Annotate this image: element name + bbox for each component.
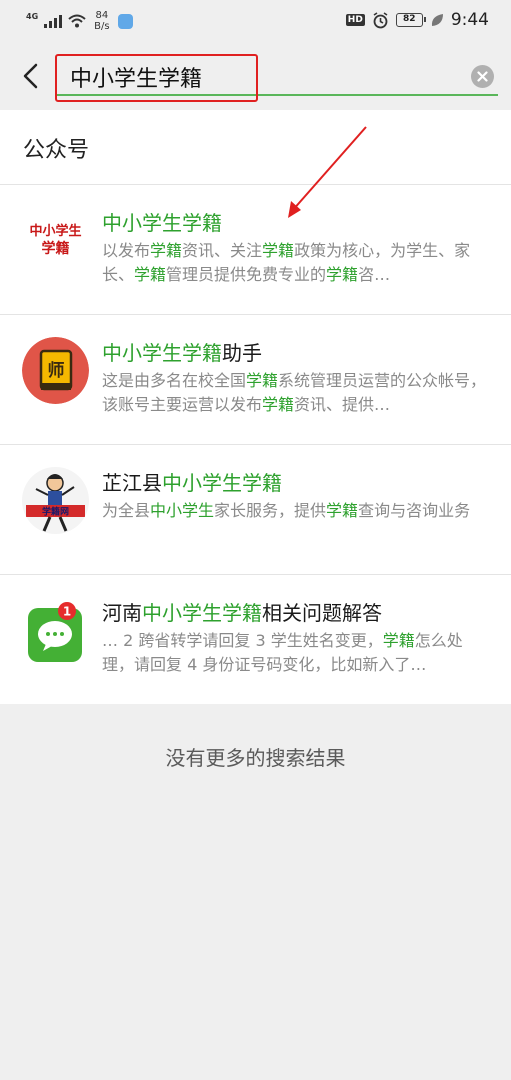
signal-icon <box>44 14 63 28</box>
no-more-results: 没有更多的搜索结果 <box>165 746 346 770</box>
notification-badge: 1 <box>63 605 71 619</box>
avatar-text-top: 中小学生 <box>29 223 81 239</box>
text-segment: 查询与咨询业务 <box>358 501 471 520</box>
result-title: 中小学生学籍助手 <box>102 337 262 366</box>
text-segment: 咨… <box>358 265 391 284</box>
text-segment: 以发布 <box>102 241 151 260</box>
search-bar <box>0 44 511 110</box>
result-description: … 2 跨省转学请回复 3 学生姓名变更，学籍怎么处理，请回复 4 身份证号码变… <box>102 629 490 677</box>
text-segment: 家长服务，提供 <box>214 501 327 520</box>
section-title: 公众号 <box>23 138 90 163</box>
avatar-banner-text: 学籍网 <box>42 506 69 518</box>
text-segment: 为全县 <box>102 501 151 520</box>
hd-icon: HD <box>345 14 365 26</box>
back-arrow-icon <box>23 63 38 89</box>
result-description: 为全县中小学生家长服务，提供学籍查询与咨询业务 <box>102 499 490 523</box>
back-button[interactable] <box>14 58 46 94</box>
status-bar: 4G 84 B/s HD 82 9:44 <box>0 0 511 44</box>
highlighted-keyword: 学籍 <box>326 501 359 520</box>
avatar-text-bottom: 学籍 <box>42 240 70 257</box>
highlighted-keyword: 中小学生学籍 <box>102 211 222 235</box>
highlighted-keyword: 中小学生学籍 <box>102 341 222 365</box>
account-avatar: 学籍网 <box>22 467 89 534</box>
text-segment: … 2 跨省转学请回复 3 学生姓名变更， <box>102 631 383 650</box>
result-description: 这是由多名在校全国学籍系统管理员运营的公众帐号，该账号主要运营以发布学籍资讯、提… <box>102 369 490 417</box>
account-avatar: 中小学生 学籍 <box>22 207 89 274</box>
text-segment: 资讯、关注 <box>182 241 263 260</box>
network-type: 4G <box>26 11 39 21</box>
highlighted-keyword: 学籍 <box>262 395 295 414</box>
result-item[interactable]: 1 河南中小学生学籍相关问题解答 … 2 跨省转学请回复 3 学生姓名变更，学籍… <box>0 575 511 705</box>
result-item[interactable]: 中小学生 学籍 中小学生学籍 以发布学籍资讯、关注学籍政策为核心，为学生、家长、… <box>0 185 511 315</box>
highlighted-keyword: 学籍 <box>150 241 183 260</box>
network-speed: 84 B/s <box>94 10 110 32</box>
avatar-text: 师 <box>48 360 65 381</box>
annotation-box <box>55 54 258 102</box>
account-avatar: 师 <box>22 337 89 404</box>
clear-button[interactable] <box>471 65 494 88</box>
highlighted-keyword: 学籍 <box>326 265 359 284</box>
battery-indicator: 82 <box>395 13 426 27</box>
text-segment: 这是由多名在校全国 <box>102 371 247 390</box>
leaf-icon <box>431 14 443 26</box>
highlighted-keyword: 中小学生学籍 <box>162 471 282 495</box>
highlighted-keyword: 中小学生学籍 <box>142 601 262 625</box>
highlighted-keyword: 学籍 <box>262 241 295 260</box>
clock: 9:44 <box>450 10 489 30</box>
wifi-icon <box>68 14 86 28</box>
results-panel: 公众号 中小学生 学籍 中小学生学籍 以发布学籍资讯、关注学籍政策为核心，为学生… <box>0 110 511 704</box>
text-segment: 芷江县 <box>102 471 162 495</box>
notification-app-icon <box>117 13 133 29</box>
text-segment: 资讯、提供… <box>294 395 391 414</box>
alarm-icon <box>373 11 388 28</box>
result-description: 以发布学籍资讯、关注学籍政策为核心，为学生、家长、学籍管理员提供免费专业的学籍咨… <box>102 239 490 287</box>
result-item[interactable]: 师 中小学生学籍助手 这是由多名在校全国学籍系统管理员运营的公众帐号，该账号主要… <box>0 315 511 445</box>
highlighted-keyword: 学籍 <box>246 371 279 390</box>
close-icon <box>477 71 488 82</box>
highlighted-keyword: 中小学生 <box>150 501 215 520</box>
result-title: 芷江县中小学生学籍 <box>102 467 282 496</box>
result-title: 河南中小学生学籍相关问题解答 <box>102 597 382 626</box>
text-segment: 河南 <box>102 601 142 625</box>
result-item[interactable]: 学籍网 芷江县中小学生学籍 为全县中小学生家长服务，提供学籍查询与咨询业务 <box>0 445 511 575</box>
text-segment: 管理员提供免费专业的 <box>166 265 327 284</box>
text-segment: 助手 <box>222 341 262 365</box>
highlighted-keyword: 学籍 <box>134 265 167 284</box>
highlighted-keyword: 学籍 <box>382 631 415 650</box>
result-title: 中小学生学籍 <box>102 207 222 236</box>
account-avatar: 1 <box>22 597 89 664</box>
text-segment: 相关问题解答 <box>262 601 382 625</box>
